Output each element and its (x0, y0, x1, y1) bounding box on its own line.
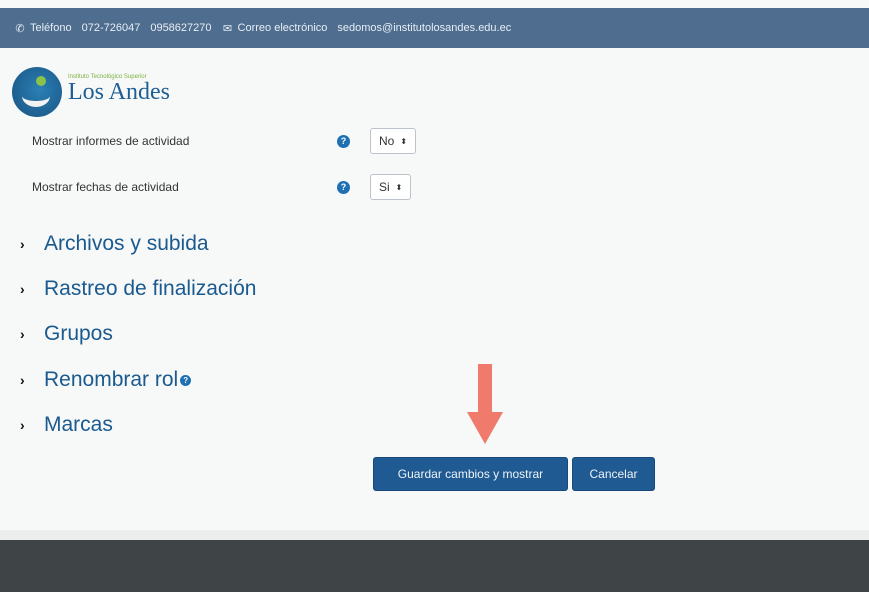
top-contact-bar: ✆ Teléfono 072-726047 0958627270 ✉ Corre… (0, 8, 869, 48)
field-label: Mostrar informes de actividad (32, 134, 190, 148)
select-caret-icon: ⬍ (395, 182, 403, 192)
email-link[interactable]: sedomos@institutolosandes.edu.ec (337, 22, 511, 34)
chevron-right-icon: › (20, 236, 25, 252)
logo-emblem-icon (12, 67, 62, 117)
chevron-right-icon: › (20, 281, 25, 297)
divider (0, 530, 869, 540)
section-label: Grupos (44, 322, 113, 345)
section-groups[interactable]: › Grupos (20, 319, 113, 349)
phone-number-2[interactable]: 0958627270 (150, 22, 211, 34)
field-show-activity-reports: Mostrar informes de actividad ? No ⬍ (32, 126, 417, 156)
help-icon[interactable]: ? (337, 180, 350, 194)
logo-name: Los Andes (68, 79, 170, 105)
cancel-button[interactable]: Cancelar (572, 457, 655, 491)
logo-tagline: Instituto Tecnológico Superior (68, 74, 147, 80)
chevron-right-icon: › (20, 372, 25, 388)
chevron-right-icon: › (20, 326, 25, 342)
email-label: Correo electrónico (237, 22, 328, 34)
phone-number-1[interactable]: 072-726047 (82, 22, 141, 34)
page-footer (0, 540, 869, 592)
section-rename-role[interactable]: › Renombrar rol ? (20, 365, 192, 395)
section-label: Archivos y subida (44, 232, 209, 255)
section-label: Renombrar rol (44, 368, 179, 391)
select-value: No (379, 134, 395, 148)
site-logo[interactable]: Instituto Tecnológico Superior Los Andes (12, 62, 170, 122)
section-tags[interactable]: › Marcas (20, 410, 113, 440)
activity-dates-select[interactable]: Si ⬍ (370, 174, 412, 200)
select-value: Si (379, 180, 390, 194)
section-label: Rastreo de finalización (44, 277, 257, 300)
phone-icon: ✆ (15, 22, 25, 35)
field-label: Mostrar fechas de actividad (32, 180, 179, 194)
section-completion-tracking[interactable]: › Rastreo de finalización (20, 274, 256, 304)
select-caret-icon: ⬍ (400, 136, 408, 146)
activity-reports-select[interactable]: No ⬍ (370, 128, 417, 154)
down-arrow-icon (467, 364, 503, 444)
phone-label: Teléfono (30, 22, 72, 34)
page-frame: ✆ Teléfono 072-726047 0958627270 ✉ Corre… (0, 0, 869, 592)
chevron-right-icon: › (20, 417, 25, 433)
section-files-upload[interactable]: › Archivos y subida (20, 229, 209, 259)
envelope-icon: ✉ (222, 22, 233, 35)
section-label: Marcas (44, 413, 113, 436)
save-and-display-button[interactable]: Guardar cambios y mostrar (373, 457, 568, 491)
help-icon[interactable]: ? (180, 374, 192, 386)
field-show-activity-dates: Mostrar fechas de actividad ? Si ⬍ (32, 172, 412, 202)
help-icon[interactable]: ? (337, 134, 350, 148)
